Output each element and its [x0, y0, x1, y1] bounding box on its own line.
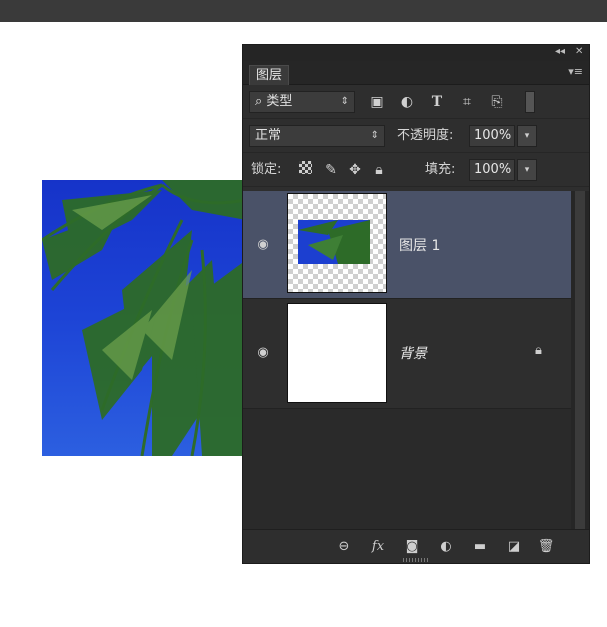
lock-image-pixels-icon[interactable]: ✎ — [323, 161, 339, 179]
visibility-eye-icon[interactable]: ◉ — [255, 237, 271, 253]
close-icon[interactable]: ✕ — [575, 46, 583, 57]
lock-row: 锁定: ✎ ✥ 🔒︎ 填充: 100% ▾ — [243, 153, 589, 187]
layer-list-scrollbar[interactable] — [571, 191, 589, 529]
layer-name[interactable]: 图层 1 — [399, 235, 440, 255]
blend-mode-value: 正常 — [255, 128, 282, 143]
fill-label: 填充: — [425, 162, 456, 177]
image-filter-icon[interactable]: ▣ — [369, 93, 385, 111]
blend-row: 正常 ⇕ 不透明度: 100% ▾ — [243, 119, 589, 153]
filter-type-select[interactable]: ⌕ 类型 ⇕ — [249, 91, 355, 113]
adjustment-icon[interactable]: ◐ — [437, 538, 455, 556]
thumbnail-image — [298, 220, 370, 264]
group-folder-icon[interactable]: ▬ — [471, 538, 489, 556]
updown-arrow-icon: ⇕ — [340, 96, 349, 107]
updown-arrow-icon: ⇕ — [370, 130, 379, 141]
mask-icon[interactable]: ◙ — [403, 538, 421, 556]
trash-icon[interactable]: 🗑︎ — [537, 538, 555, 556]
opacity-label: 不透明度: — [397, 128, 454, 143]
tab-layers[interactable]: 图层 — [249, 65, 290, 85]
new-layer-icon[interactable]: ◪ — [505, 538, 523, 556]
layer-row-layer1[interactable]: ◉ 图层 1 — [243, 191, 571, 299]
palm-tree-image — [42, 180, 246, 456]
smart-object-filter-icon[interactable]: ⎘ — [489, 93, 505, 111]
fill-input[interactable]: 100% — [469, 159, 515, 181]
layer-thumbnail — [287, 303, 387, 403]
lock-position-icon[interactable]: ✥ — [347, 161, 363, 179]
panel-resize-grip[interactable] — [403, 558, 429, 562]
layer-name[interactable]: 背景 — [399, 343, 427, 363]
canvas-image — [42, 180, 246, 456]
panel-footer: ⊖ fx ◙ ◐ ▬ ◪ 🗑︎ — [243, 529, 589, 563]
search-icon: ⌕ — [255, 94, 263, 109]
fx-icon[interactable]: fx — [369, 538, 387, 556]
fill-dropdown-button[interactable]: ▾ — [517, 159, 537, 181]
type-filter-icon[interactable]: T — [429, 93, 445, 111]
scrollbar-thumb[interactable] — [575, 191, 585, 529]
layer-thumbnail — [287, 193, 387, 293]
opacity-dropdown-button[interactable]: ▾ — [517, 125, 537, 147]
visibility-eye-icon[interactable]: ◉ — [255, 345, 271, 361]
panel-header: ◂◂ ✕ — [243, 45, 589, 61]
blend-mode-select[interactable]: 正常 ⇕ — [249, 125, 385, 147]
opacity-input[interactable]: 100% — [469, 125, 515, 147]
layer-list: ◉ 图层 1 ◉ 背景 🔒︎ — [243, 191, 571, 529]
shape-filter-icon[interactable]: ⌗ — [459, 93, 475, 111]
palm-thumbnail-icon — [298, 220, 370, 264]
lock-label: 锁定: — [251, 162, 282, 177]
link-icon[interactable]: ⊖ — [335, 538, 353, 556]
layers-panel: ◂◂ ✕ 图层 ▾≡ ⌕ 类型 ⇕ ▣ ◐ T ⌗ ⎘ 正常 ⇕ 不透明度: 1… — [242, 44, 590, 564]
filter-toggle-icon[interactable] — [525, 91, 535, 113]
app-top-bar — [0, 0, 607, 22]
filter-row: ⌕ 类型 ⇕ ▣ ◐ T ⌗ ⎘ — [243, 85, 589, 119]
layer-row-background[interactable]: ◉ 背景 🔒︎ — [243, 299, 571, 409]
adjustment-filter-icon[interactable]: ◐ — [399, 93, 415, 111]
panel-tab-bar: 图层 ▾≡ — [243, 61, 589, 85]
panel-menu-icon[interactable]: ▾≡ — [568, 65, 583, 78]
layer-lock-icon: 🔒︎ — [535, 343, 542, 358]
filter-type-label: 类型 — [266, 94, 293, 109]
lock-all-icon[interactable]: 🔒︎ — [371, 161, 387, 179]
lock-transparent-pixels-icon[interactable] — [299, 161, 312, 174]
collapse-icon[interactable]: ◂◂ — [555, 46, 565, 57]
